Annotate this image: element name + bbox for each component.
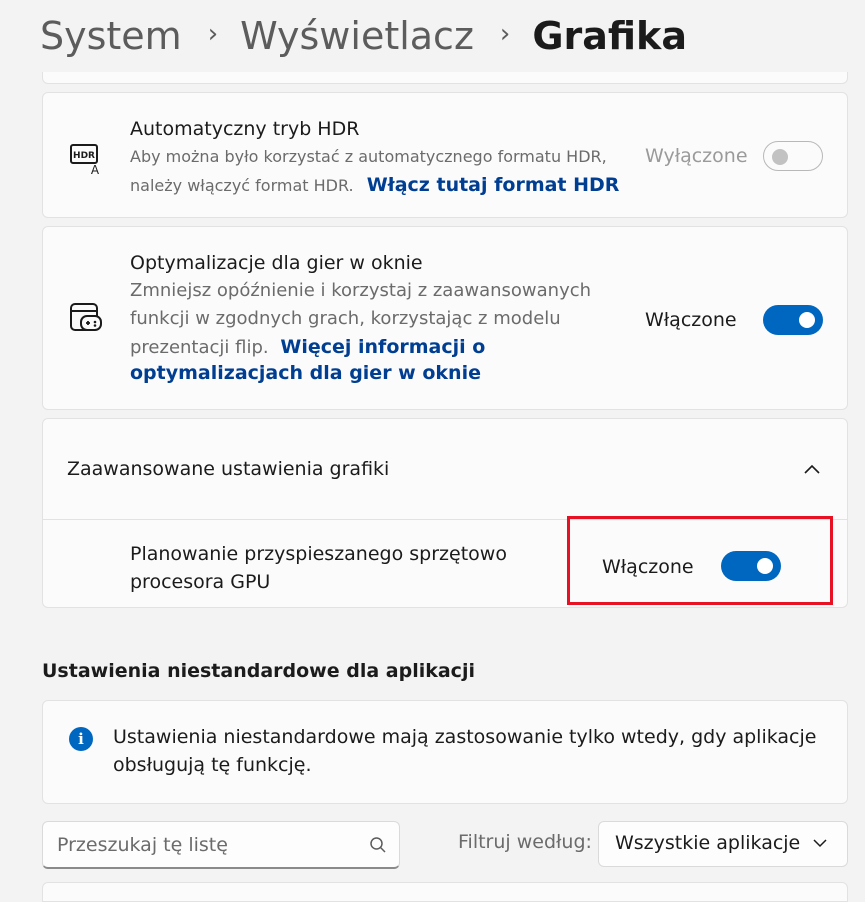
app-settings-heading: Ustawienia niestandardowe dla aplikacji [42,660,475,682]
windowed-games-state: Włączone [645,309,737,331]
chevron-right-icon: › [207,19,219,49]
advanced-graphics-header[interactable]: Zaawansowane ustawienia grafiki [42,418,848,520]
game-window-icon [70,303,102,331]
chevron-right-icon: › [499,19,511,49]
windowed-games-toggle[interactable] [763,305,823,335]
auto-hdr-title: Automatyczny tryb HDR [130,118,360,140]
filter-value: Wszystkie aplikacje [615,832,801,854]
auto-hdr-card: HDR A Automatyczny tryb HDR Aby można by… [42,92,848,218]
svg-text:A: A [91,163,100,175]
search-input[interactable] [57,830,357,860]
gpu-scheduling-title-line2: procesora GPU [130,571,271,593]
page-title: Grafika [532,14,687,58]
breadcrumb: System › Wyświetlacz › Grafika [40,12,687,60]
windowed-games-desc-line3: prezentacji flip. [130,337,269,358]
auto-hdr-desc-line2: należy włączyć format HDR. [130,176,354,195]
info-text-line1: Ustawienia niestandardowe mają zastosowa… [113,726,817,748]
windowed-games-desc-line1: Zmniejsz opóźnienie i korzystaj z zaawan… [130,280,592,301]
hdr-icon: HDR A [70,144,100,175]
chevron-down-icon [813,839,827,848]
windowed-games-card: Optymalizacje dla gier w oknie Zmniejsz … [42,226,848,410]
breadcrumb-display[interactable]: Wyświetlacz [240,14,474,58]
app-list-card-edge [42,882,848,902]
info-card: i Ustawienia niestandardowe mają zastoso… [42,700,848,804]
auto-hdr-toggle[interactable] [763,141,823,171]
enable-hdr-link[interactable]: Włącz tutaj format HDR [367,174,620,196]
app-search-box[interactable] [42,821,400,869]
svg-text:HDR: HDR [73,151,95,161]
info-icon: i [69,727,93,751]
windowed-games-link-part2[interactable]: optymalizacjach dla gier w oknie [130,362,481,384]
toggle-knob [799,312,815,328]
windowed-games-desc-line2: funkcji w zgodnych grach, korzystając z … [130,308,561,329]
highlight-box [567,516,833,605]
filter-label: Filtruj według: [458,831,592,853]
breadcrumb-system[interactable]: System [40,14,182,58]
search-icon[interactable] [369,836,387,854]
advanced-graphics-title: Zaawansowane ustawienia grafiki [67,458,390,480]
auto-hdr-desc-line1: Aby można było korzystać z automatyczneg… [130,147,607,166]
gpu-scheduling-title-line1: Planowanie przyspieszanego sprzętowo [130,543,507,565]
auto-hdr-state: Wyłączone [645,145,748,167]
filter-dropdown[interactable]: Wszystkie aplikacje [598,821,848,867]
toggle-knob [772,149,788,165]
scrolled-card-edge [42,72,848,84]
windowed-games-link-part1[interactable]: Więcej informacji o [280,336,485,358]
windowed-games-title: Optymalizacje dla gier w oknie [130,252,423,274]
chevron-up-icon[interactable] [803,463,821,475]
info-text-line2: obsługują tę funkcję. [113,754,312,776]
